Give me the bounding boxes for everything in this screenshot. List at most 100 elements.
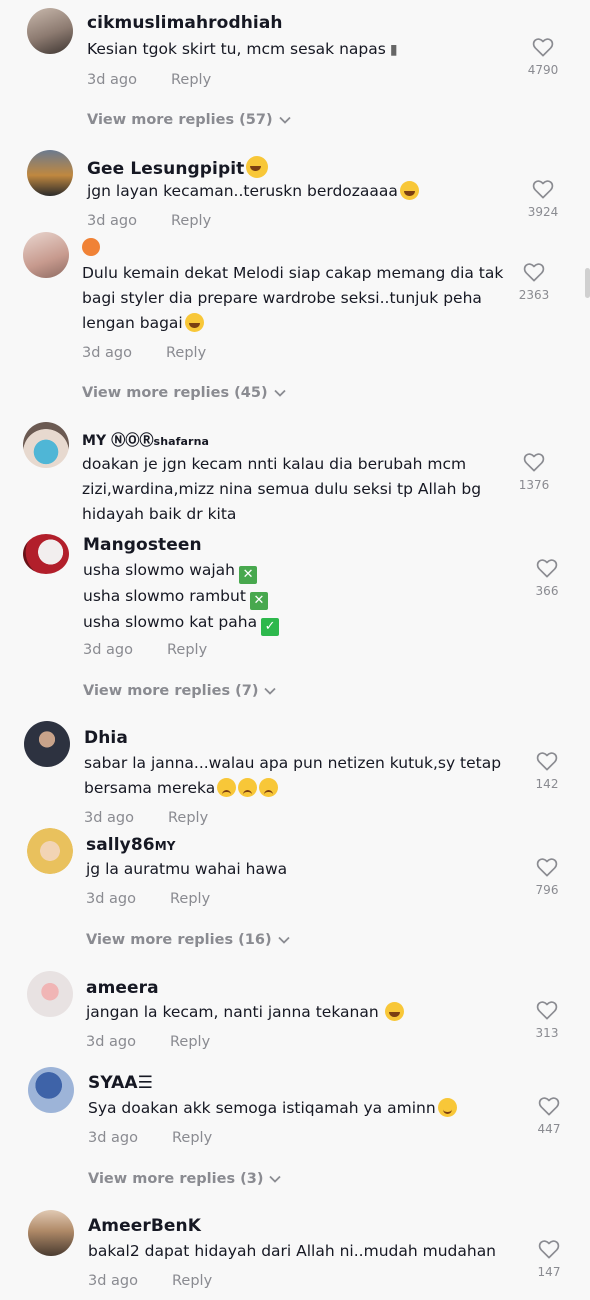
like-button[interactable]: 142 [522, 751, 572, 791]
moai-emoji-icon: ▮ [389, 42, 398, 58]
like-button[interactable]: 447 [524, 1096, 574, 1136]
reply-button[interactable]: Reply [171, 213, 211, 229]
comment-username[interactable]: cikmuslimahrodhiah [87, 13, 283, 33]
comment-username[interactable]: Gee Lesungpipit [87, 156, 269, 179]
comment-time: 3d ago [87, 213, 137, 229]
comment-text: Sya doakan akk semoga istiqamah ya aminn [88, 1096, 457, 1121]
heart-outline-icon [536, 858, 558, 877]
comment-time: 3d ago [84, 810, 134, 826]
check-mark-icon: ✓ [261, 618, 280, 636]
view-more-replies[interactable]: View more replies (3) [88, 1171, 282, 1187]
heart-outline-icon [538, 1240, 560, 1259]
comment-username[interactable]: ameera [86, 978, 159, 998]
avatar[interactable] [27, 828, 73, 874]
heart-outline-icon [523, 453, 545, 472]
comment-meta: 3d ago Reply [88, 1130, 212, 1146]
avatar[interactable] [23, 422, 69, 468]
like-button[interactable]: 366 [522, 558, 572, 598]
comment-text: usha slowmo wajah ✕ usha slowmo rambut ✕ u… [83, 558, 280, 636]
heart-outline-icon [532, 38, 554, 57]
cross-mark-icon: ✕ [239, 566, 258, 584]
like-button[interactable]: 3924 [518, 179, 568, 219]
reply-button[interactable]: Reply [172, 1130, 212, 1146]
comment-meta: 3d ago Reply [82, 345, 206, 361]
comment-text: doakan je jgn kecam nnti kalau dia berub… [82, 455, 482, 523]
comment-meta-clipped: 3d ago Reply [0, 810, 590, 826]
chevron-down-icon [269, 1175, 282, 1183]
avatar[interactable] [27, 8, 73, 54]
like-count: 4790 [527, 63, 559, 77]
comment-meta: 3d ago Reply [88, 1273, 212, 1289]
reply-button[interactable]: Reply [168, 810, 208, 826]
like-count: 366 [535, 584, 559, 598]
avatar[interactable] [27, 971, 73, 1017]
comment-time: 3d ago [82, 345, 132, 361]
comment-username[interactable]: Dhia [84, 728, 128, 748]
reply-button[interactable]: Reply [167, 642, 207, 658]
avatar[interactable] [24, 721, 70, 767]
like-count: 147 [537, 1265, 561, 1279]
comment-username[interactable]: Mangosteen [83, 535, 202, 555]
comment-text: jgn layan kecaman..teruskn berdozaaaa [87, 179, 419, 204]
avatar[interactable] [23, 534, 69, 574]
comment-time: 3d ago [88, 1273, 138, 1289]
heart-outline-icon [536, 559, 558, 578]
like-button[interactable]: 4790 [518, 37, 568, 77]
comment-meta: 3d ago Reply [87, 72, 211, 88]
reply-button[interactable]: Reply [170, 891, 210, 907]
frowning-face-emoji-icon [259, 778, 279, 797]
comment-time: 3d ago [88, 1130, 138, 1146]
like-button[interactable]: 313 [522, 1000, 572, 1040]
frowning-face-emoji-icon [217, 778, 237, 797]
heart-outline-icon [532, 180, 554, 199]
heart-outline-icon [523, 263, 545, 282]
like-count: 3924 [527, 205, 559, 219]
comment-meta: 3d ago Reply [86, 1034, 210, 1050]
like-count: 447 [537, 1122, 561, 1136]
avatar[interactable] [27, 150, 73, 196]
avatar[interactable] [28, 1210, 74, 1256]
frowning-face-emoji-icon [238, 778, 258, 797]
laughing-emoji-icon [184, 313, 204, 332]
comment-username[interactable]: sally86MY [86, 835, 176, 855]
chevron-down-icon [273, 389, 286, 397]
comment-username[interactable]: SYAA☰ [88, 1073, 153, 1093]
view-more-replies[interactable]: View more replies (45) [82, 385, 286, 401]
comment-meta: 3d ago Reply [86, 891, 210, 907]
comment-username[interactable]: MY ⓃⓄⓇshafarna [82, 430, 209, 450]
comment-meta: 3d ago Reply [83, 642, 207, 658]
like-count: 1376 [518, 478, 550, 492]
laughing-emoji-icon [384, 1002, 404, 1021]
comment-text: Kesian tgok skirt tu, mcm sesak napas ▮ [87, 37, 398, 63]
like-button[interactable]: 2363 [509, 262, 559, 302]
view-more-replies[interactable]: View more replies (57) [87, 112, 291, 128]
comment-username[interactable]: AmeerBenK [88, 1216, 201, 1236]
like-button[interactable]: 1376 [509, 452, 559, 492]
comment-time: 3d ago [86, 891, 136, 907]
reply-button[interactable]: Reply [170, 1034, 210, 1050]
orange-circle-emoji-icon [82, 238, 100, 256]
like-button[interactable]: 796 [522, 857, 572, 897]
scrollbar-thumb[interactable] [585, 268, 590, 298]
chevron-down-icon [278, 116, 291, 124]
comment-time: 3d ago [86, 1034, 136, 1050]
comment-text: jg la auratmu wahai hawa [86, 860, 288, 878]
like-count: 142 [535, 777, 559, 791]
like-count: 2363 [518, 288, 550, 302]
comment-text: Dulu kemain dekat Melodi siap cakap mema… [82, 264, 504, 332]
comment-time: 3d ago [87, 72, 137, 88]
comment-text: jangan la kecam, nanti janna tekanan [86, 1000, 404, 1025]
reply-button[interactable]: Reply [172, 1273, 212, 1289]
avatar[interactable] [28, 1067, 74, 1113]
avatar[interactable] [23, 232, 69, 278]
chevron-down-icon [264, 687, 277, 695]
chevron-down-icon [277, 936, 290, 944]
comment-username[interactable] [82, 237, 100, 257]
like-count: 313 [535, 1026, 559, 1040]
view-more-replies[interactable]: View more replies (7) [83, 683, 277, 699]
reply-button[interactable]: Reply [166, 345, 206, 361]
view-more-replies[interactable]: View more replies (16) [86, 932, 290, 948]
reply-button[interactable]: Reply [171, 72, 211, 88]
like-button[interactable]: 147 [524, 1239, 574, 1279]
heart-outline-icon [536, 752, 558, 771]
